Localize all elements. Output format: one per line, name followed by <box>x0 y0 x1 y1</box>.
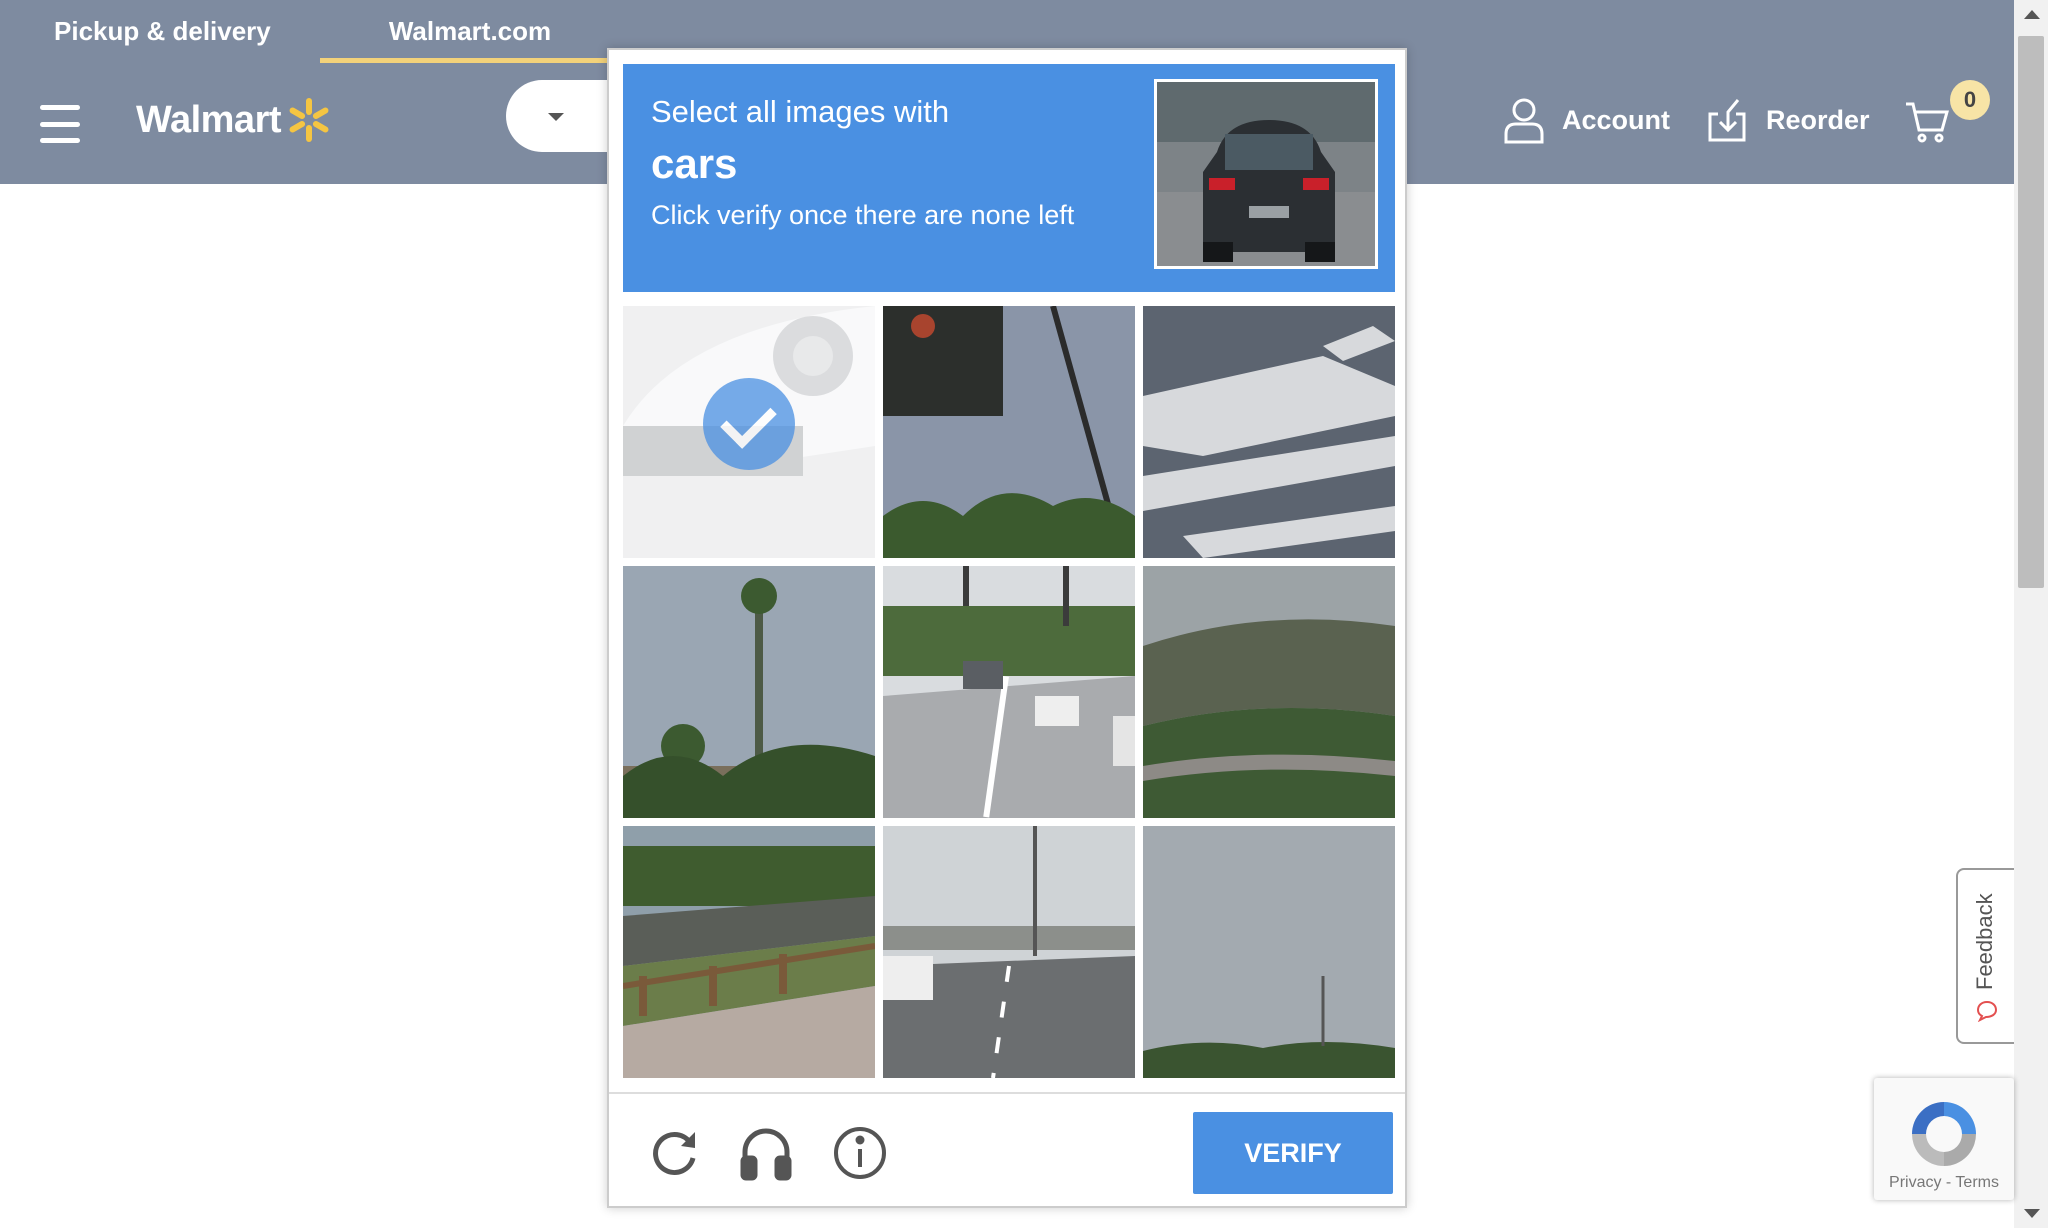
tab-walmart-com[interactable]: Walmart.com <box>320 0 620 62</box>
info-icon[interactable] <box>831 1124 889 1182</box>
captcha-image-grid <box>623 306 1395 1078</box>
recaptcha-badge[interactable]: Privacy - Terms <box>1874 1078 2014 1200</box>
captcha-footer: VERIFY <box>609 1092 1405 1208</box>
person-icon <box>1504 98 1544 144</box>
account-label: Account <box>1562 104 1670 135</box>
cart-count-badge: 0 <box>1950 80 1990 120</box>
recaptcha-logo-icon <box>1912 1102 1976 1166</box>
selected-check-icon <box>703 378 795 470</box>
feedback-tab[interactable]: Feedback <box>1956 868 2014 1044</box>
sample-car-image <box>1154 79 1378 269</box>
scrollbar[interactable] <box>2014 0 2048 1228</box>
captcha-tile-7[interactable] <box>623 826 875 1078</box>
captcha-tile-5[interactable] <box>883 566 1135 818</box>
walmart-logo[interactable]: Walmart <box>136 98 331 142</box>
menu-icon[interactable] <box>40 105 80 143</box>
captcha-header: Select all images with cars Click verify… <box>623 64 1395 292</box>
reorder-icon <box>1708 99 1746 142</box>
tab-pickup-delivery[interactable]: Pickup & delivery <box>54 0 271 62</box>
logo-text: Walmart <box>136 98 282 141</box>
scroll-up-arrow[interactable] <box>2024 10 2040 19</box>
active-tab-underline <box>320 58 620 63</box>
scroll-thumb[interactable] <box>2018 36 2044 588</box>
scroll-down-arrow[interactable] <box>2024 1209 2040 1218</box>
reorder-label: Reorder <box>1766 104 1870 135</box>
captcha-tile-9[interactable] <box>1143 826 1395 1078</box>
captcha-subtext: Click verify once there are none left <box>651 200 1075 230</box>
feedback-label: Feedback <box>1972 893 1997 990</box>
chevron-down-icon <box>548 113 564 121</box>
account-button[interactable]: Account <box>1502 96 1670 144</box>
captcha-target: cars <box>651 140 738 187</box>
spark-icon <box>287 98 331 142</box>
captcha-tile-3[interactable] <box>1143 306 1395 558</box>
chat-bubble-icon <box>1976 1000 1998 1022</box>
cart-icon[interactable] <box>1904 100 1950 144</box>
headphones-icon[interactable] <box>737 1124 795 1182</box>
captcha-tile-6[interactable] <box>1143 566 1395 818</box>
captcha-tile-8[interactable] <box>883 826 1135 1078</box>
reload-icon[interactable] <box>645 1124 703 1182</box>
captcha-tile-2[interactable] <box>883 306 1135 558</box>
verify-button[interactable]: VERIFY <box>1193 1112 1393 1194</box>
privacy-terms-links[interactable]: Privacy - Terms <box>1874 1174 2014 1192</box>
captcha-instruction: Select all images with <box>651 94 950 129</box>
captcha-tile-4[interactable] <box>623 566 875 818</box>
reorder-button[interactable]: Reorder <box>1706 96 1870 144</box>
captcha-dialog: Select all images with cars Click verify… <box>607 48 1407 1208</box>
